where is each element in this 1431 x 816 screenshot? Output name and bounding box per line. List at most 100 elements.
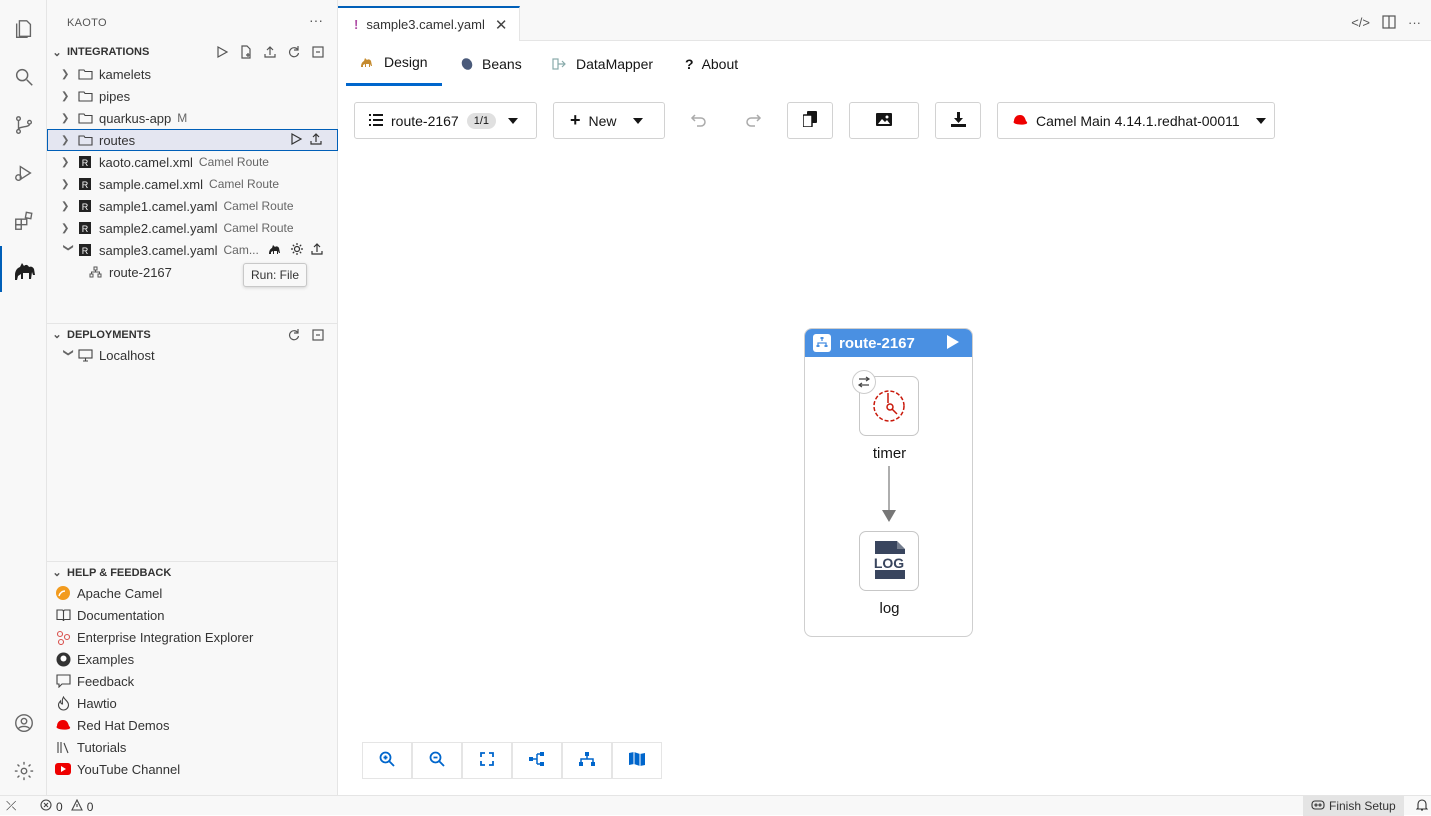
tree-item-label: kamelets bbox=[99, 66, 152, 82]
route-tree-icon bbox=[87, 265, 103, 279]
help-item-youtube[interactable]: YouTube Channel bbox=[55, 758, 180, 780]
list-icon bbox=[369, 113, 383, 129]
help-item-eip-explorer[interactable]: Enterprise Integration Explorer bbox=[55, 626, 253, 648]
route-selector-label: route-2167 bbox=[391, 112, 459, 129]
kaoto-camel-icon[interactable] bbox=[0, 246, 47, 292]
log-node[interactable]: LOG bbox=[859, 531, 919, 591]
help-item-hawtio[interactable]: Hawtio bbox=[55, 692, 117, 714]
tree-item-pipes[interactable]: ❯ pipes bbox=[47, 85, 338, 107]
tree-item-kamelets[interactable]: ❯ kamelets bbox=[47, 63, 338, 85]
tab-beans[interactable]: Beans bbox=[446, 41, 536, 86]
chevron-right-icon: ❯ bbox=[61, 156, 70, 168]
help-item-red-hat-demos[interactable]: Red Hat Demos bbox=[55, 714, 169, 736]
extensions-icon[interactable] bbox=[0, 198, 47, 244]
more-actions-icon[interactable]: ··· bbox=[1408, 15, 1421, 32]
canvas-controls bbox=[362, 742, 662, 779]
zoom-in-button[interactable] bbox=[362, 742, 412, 779]
help-item-apache-camel[interactable]: Apache Camel bbox=[55, 582, 162, 604]
log-label: log bbox=[879, 600, 900, 617]
export-file-icon[interactable] bbox=[310, 242, 324, 259]
collapse-deployments-icon[interactable] bbox=[310, 327, 326, 343]
image-icon bbox=[876, 112, 892, 129]
export-folder-icon[interactable] bbox=[309, 132, 323, 149]
download-button[interactable] bbox=[935, 102, 981, 139]
tab-datamapper[interactable]: DataMapper bbox=[538, 41, 667, 86]
question-icon: ? bbox=[685, 55, 694, 72]
run-file-camel-icon[interactable] bbox=[268, 242, 284, 259]
refresh-icon[interactable] bbox=[286, 44, 302, 60]
open-source-code-icon[interactable]: </> bbox=[1351, 15, 1370, 32]
run-debug-icon[interactable] bbox=[0, 150, 47, 196]
tree-item-kaoto-camel-xml[interactable]: ❯ R kaoto.camel.xml Camel Route bbox=[47, 151, 338, 173]
help-section-header[interactable]: ⌄ HELP & FEEDBACK bbox=[47, 561, 338, 583]
deployments-section-header[interactable]: ⌄ DEPLOYMENTS bbox=[47, 323, 338, 345]
run-debug-gear-icon[interactable] bbox=[290, 242, 304, 259]
swap-step-icon[interactable] bbox=[852, 370, 876, 394]
route-container[interactable]: route-2167 timer LOG log bbox=[804, 328, 973, 637]
help-item-label: Hawtio bbox=[77, 695, 117, 711]
refresh-deployments-icon[interactable] bbox=[286, 327, 302, 343]
notifications-bell-icon[interactable] bbox=[1415, 798, 1429, 815]
tree-item-routes[interactable]: ❯ routes bbox=[47, 129, 338, 151]
route-header[interactable]: route-2167 bbox=[805, 329, 972, 357]
runtime-selector[interactable]: Camel Main 4.14.1.redhat-00011 bbox=[997, 102, 1275, 139]
integrations-section-header[interactable]: ⌄ INTEGRATIONS bbox=[47, 41, 338, 63]
help-item-examples[interactable]: Examples bbox=[55, 648, 134, 670]
tree-item-label: pipes bbox=[99, 88, 131, 104]
remote-icon[interactable]: ⤫ bbox=[6, 798, 16, 814]
account-icon[interactable] bbox=[0, 700, 47, 746]
timer-label: timer bbox=[872, 445, 907, 462]
status-bar: ⤫ 0 0 Finish Setup bbox=[0, 795, 1431, 816]
copy-button[interactable] bbox=[787, 102, 833, 139]
source-control-icon[interactable] bbox=[0, 102, 47, 148]
export-image-button[interactable] bbox=[849, 102, 919, 139]
editor-tab-sample3[interactable]: ! sample3.camel.yaml ✕ bbox=[338, 6, 520, 41]
horizontal-layout-button[interactable] bbox=[512, 742, 562, 779]
run-all-icon[interactable] bbox=[214, 44, 230, 60]
more-actions-icon[interactable]: ··· bbox=[309, 12, 323, 28]
help-item-documentation[interactable]: Documentation bbox=[55, 604, 164, 626]
tree-item-label: kaoto.camel.xml bbox=[99, 154, 193, 170]
tree-item-sample2-camel-yaml[interactable]: ❯ R sample2.camel.yaml Camel Route bbox=[47, 217, 338, 239]
tab-about[interactable]: ? About bbox=[671, 41, 752, 86]
tree-item-quarkus-app[interactable]: ❯ quarkus-app M bbox=[47, 107, 338, 129]
problems-indicator[interactable]: 0 0 bbox=[40, 798, 93, 814]
export-icon[interactable] bbox=[262, 44, 278, 60]
new-route-button[interactable]: + New bbox=[553, 102, 665, 139]
svg-text:R: R bbox=[82, 246, 89, 256]
runtime-label: Camel Main 4.14.1.redhat-00011 bbox=[1036, 112, 1240, 129]
run-folder-icon[interactable] bbox=[289, 132, 303, 149]
help-item-tutorials[interactable]: Tutorials bbox=[55, 736, 126, 758]
split-editor-icon[interactable] bbox=[1382, 15, 1396, 32]
collapse-all-icon[interactable] bbox=[310, 44, 326, 60]
activity-bar bbox=[0, 0, 47, 795]
fit-to-screen-button[interactable] bbox=[462, 742, 512, 779]
datamapper-icon bbox=[552, 57, 568, 71]
zoom-in-icon bbox=[379, 751, 395, 770]
tab-label: Design bbox=[384, 54, 428, 70]
youtube-icon bbox=[55, 761, 71, 777]
undo-icon[interactable] bbox=[690, 111, 708, 132]
explorer-icon[interactable] bbox=[0, 6, 47, 52]
tree-item-sample3-camel-yaml[interactable]: ❯ R sample3.camel.yaml Cam... bbox=[47, 239, 338, 261]
vertical-layout-button[interactable] bbox=[562, 742, 612, 779]
settings-gear-icon[interactable] bbox=[0, 748, 47, 794]
redo-icon[interactable] bbox=[744, 111, 762, 132]
tree-item-sample1-camel-yaml[interactable]: ❯ R sample1.camel.yaml Camel Route bbox=[47, 195, 338, 217]
new-file-icon[interactable] bbox=[238, 44, 254, 60]
bean-icon bbox=[460, 57, 474, 71]
legend-button[interactable] bbox=[612, 742, 662, 779]
tab-design[interactable]: Design bbox=[346, 41, 442, 86]
close-icon[interactable]: ✕ bbox=[495, 16, 508, 34]
tree-item-sample-camel-xml[interactable]: ❯ R sample.camel.xml Camel Route bbox=[47, 173, 338, 195]
help-item-feedback[interactable]: Feedback bbox=[55, 670, 134, 692]
play-icon[interactable] bbox=[946, 334, 960, 354]
zoom-out-button[interactable] bbox=[412, 742, 462, 779]
search-icon[interactable] bbox=[0, 54, 47, 100]
tree-item-localhost[interactable]: ❯ Localhost bbox=[47, 344, 338, 366]
chevron-right-icon: ❯ bbox=[61, 178, 70, 190]
download-icon bbox=[950, 111, 966, 130]
finish-setup-button[interactable]: Finish Setup bbox=[1303, 796, 1404, 816]
route-selector[interactable]: route-2167 1/1 bbox=[354, 102, 537, 139]
sidebar: KAOTO ··· ⌄ INTEGRATIONS ❯ kamelets ❯ pi… bbox=[47, 0, 338, 795]
